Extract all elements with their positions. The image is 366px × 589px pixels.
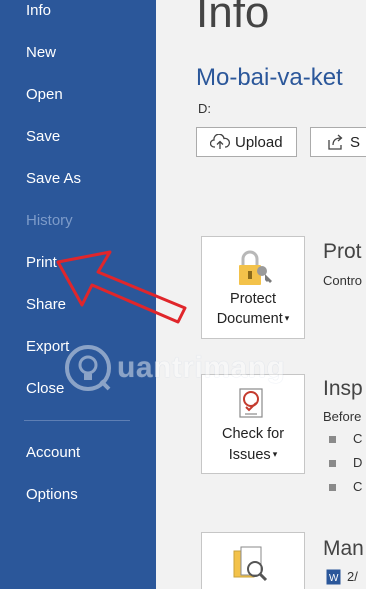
nav-divider (24, 420, 130, 421)
bullet-marker (329, 436, 336, 443)
inspect-section-desc: Before (323, 409, 362, 424)
inspect-bullet-2: D (353, 455, 363, 470)
nav-export[interactable]: Export (26, 338, 69, 356)
check-for-issues-label-2: Issues ▾ (228, 447, 278, 463)
nav-close[interactable]: Close (26, 380, 64, 398)
document-path: D: (198, 101, 211, 116)
protect-document-label-2: Document ▾ (216, 311, 290, 327)
inspect-bullet-3: C (353, 479, 363, 494)
bullet-marker (329, 484, 336, 491)
manage-section-desc: 2/ (347, 569, 358, 584)
upload-label: Upload (235, 133, 283, 151)
nav-share[interactable]: Share (26, 296, 66, 314)
document-name[interactable]: Mo-bai-va-ket (196, 64, 343, 92)
lightbulb-icon (65, 345, 111, 396)
nav-open[interactable]: Open (26, 86, 63, 104)
watermark: uantrimang (65, 345, 285, 396)
word-file-icon: W (326, 569, 341, 589)
backstage-sidebar: Info New Open Save Save As History Print… (0, 0, 156, 589)
check-for-issues-label-1: Check for (221, 426, 285, 442)
nav-info[interactable]: Info (26, 2, 51, 20)
dropdown-arrow-icon: ▾ (272, 449, 278, 459)
share-label: S (350, 133, 361, 151)
manage-section-title: Man (323, 537, 364, 560)
share-icon (327, 134, 345, 150)
inspect-section-title: Insp (323, 377, 363, 400)
svg-text:W: W (329, 573, 339, 584)
nav-save-as[interactable]: Save As (26, 170, 81, 188)
dropdown-arrow-icon: ▾ (284, 313, 290, 323)
bullet-marker (329, 460, 336, 467)
lock-key-icon (235, 249, 273, 292)
cloud-upload-icon (210, 134, 230, 150)
manage-document-icon (232, 545, 272, 589)
nav-history: History (26, 212, 73, 229)
nav-print[interactable]: Print (26, 254, 57, 272)
protect-document-button[interactable]: Protect Document ▾ (201, 236, 305, 339)
manage-document-button[interactable] (201, 532, 305, 589)
inspect-bullet-1: C (353, 431, 363, 446)
inspect-document-icon (236, 387, 270, 428)
nav-save[interactable]: Save (26, 128, 60, 146)
page-title: Info (196, 0, 270, 37)
share-button[interactable]: S (310, 127, 366, 157)
protect-section-desc: Contro (323, 273, 363, 288)
nav-account[interactable]: Account (26, 444, 80, 462)
upload-button[interactable]: Upload (196, 127, 297, 157)
info-panel: Info Mo-bai-va-ket D: Upload S Protect D… (156, 0, 366, 589)
protect-document-label-1: Protect (230, 291, 276, 307)
watermark-text: uantrimang (117, 351, 286, 384)
protect-section-title: Prot (323, 240, 362, 263)
nav-new[interactable]: New (26, 44, 56, 62)
nav-options[interactable]: Options (26, 486, 78, 504)
